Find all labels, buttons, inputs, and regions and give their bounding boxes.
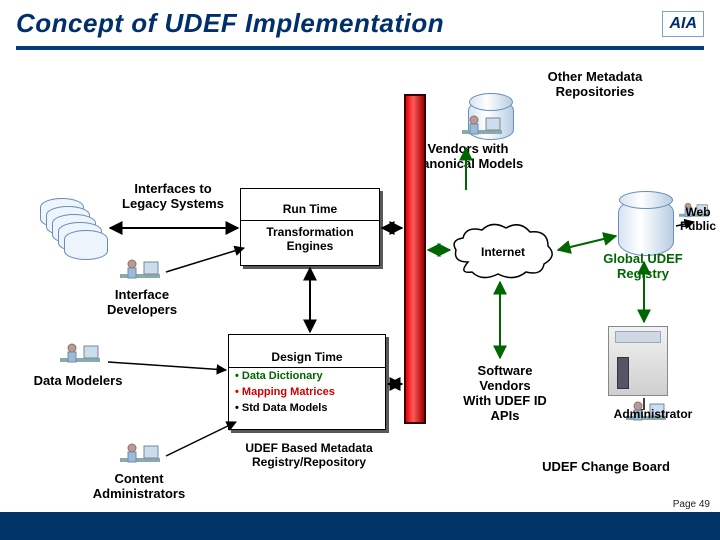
content-admins-label: Content Administrators [74,472,204,502]
slide-title: Concept of UDEF Implementation [16,8,444,39]
interface-developers-label: Interface Developers [92,288,192,318]
title-rule [16,46,704,50]
slide: Concept of UDEF Implementation AIA Other… [0,0,720,540]
std-data-models-label: • Std Data Models [229,400,385,416]
run-time-label: Run Time [241,200,379,221]
design-time-label: Design Time [229,348,385,368]
red-pillar [404,94,426,424]
designtime-box: Design Time • Data Dictionary • Mapping … [228,334,386,430]
data-modelers-label: Data Modelers [18,374,138,389]
other-metadata-label: Other Metadata Repositories [525,70,665,100]
person-at-desk-icon [116,440,164,474]
web-public-label: Web Public [676,206,720,234]
udef-change-board-label: UDEF Change Board [516,460,696,475]
udef-metadata-repo-label: UDEF Based Metadata Registry/Repository [214,442,404,470]
person-at-desk-icon [56,340,104,374]
global-udef-registry-cylinder [618,198,674,256]
software-vendors-label: Software Vendors With UDEF ID APIs [450,364,560,424]
internet-cloud: Internet [448,222,558,282]
interfaces-legacy-label: Interfaces to Legacy Systems [108,182,238,212]
legacy-cylinder-stack [40,198,100,278]
person-at-desk-icon [116,256,164,290]
administrator-label: Administrator [598,408,708,422]
internet-label: Internet [448,222,558,282]
title-bar: Concept of UDEF Implementation AIA [16,8,704,39]
runtime-box: Run Time Transformation Engines [240,188,380,266]
logo: AIA [662,11,704,37]
page-number: Page 49 [673,499,710,510]
mapping-matrices-label: • Mapping Matrices [229,384,385,400]
data-dictionary-label: • Data Dictionary [229,368,385,384]
global-udef-registry-label: Global UDEF Registry [588,252,698,282]
server-icon [608,326,668,396]
transformation-engines-label: Transformation Engines [241,221,379,255]
